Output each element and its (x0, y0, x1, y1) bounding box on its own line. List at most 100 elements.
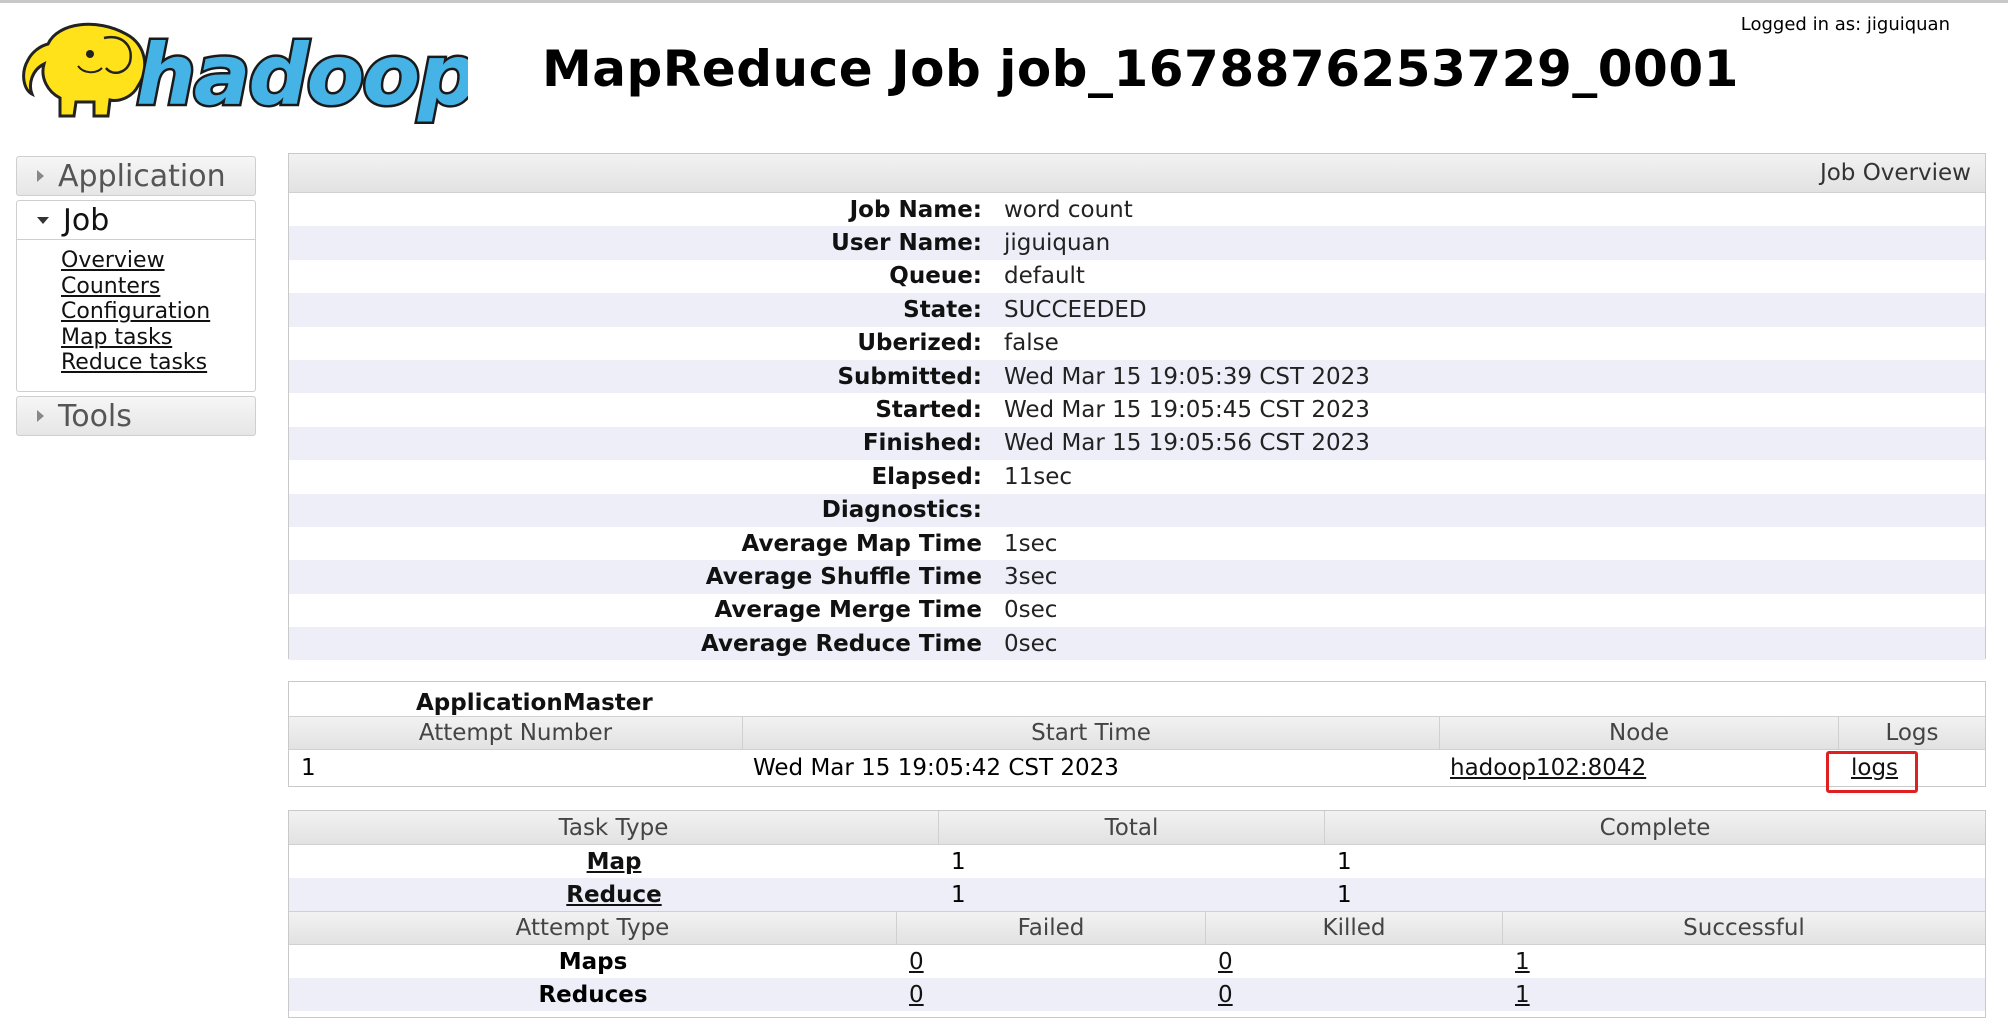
nav-link-map-tasks[interactable]: Map tasks (61, 325, 255, 351)
info-row: State: SUCCEEDED (289, 293, 1985, 327)
table-row: Map 1 1 (289, 845, 1985, 878)
triangle-right-icon (37, 410, 44, 422)
col-node: Node (1440, 717, 1839, 749)
nav-application-label: Application (58, 158, 226, 194)
info-value: 1sec (1004, 530, 1058, 557)
login-status: Logged in as: jiguiquan (1740, 14, 1950, 35)
col-start-time: Start Time (743, 717, 1440, 749)
attempt-type-cell: Reduces (538, 981, 648, 1008)
job-overview-panel: Job Overview Job Name: word count User Na… (288, 153, 1986, 661)
info-value: Wed Mar 15 19:05:56 CST 2023 (1004, 430, 1370, 457)
info-row: Uberized: false (289, 327, 1985, 360)
info-key: Finished: (862, 430, 982, 457)
attempt-type-cell: Maps (558, 948, 628, 975)
nav-link-counters[interactable]: Counters (61, 274, 255, 300)
col-total: Total (939, 811, 1325, 844)
nav-link-configuration[interactable]: Configuration (61, 299, 255, 325)
info-value: 0sec (1004, 597, 1058, 624)
info-value: word count (1004, 196, 1133, 223)
info-value: default (1004, 263, 1085, 290)
application-master-panel: ApplicationMaster Attempt Number Start T… (288, 681, 1986, 787)
info-key: Elapsed: (871, 463, 982, 490)
info-key: User Name: (831, 230, 982, 257)
nav-application[interactable]: Application (16, 156, 256, 196)
info-key: State: (903, 296, 982, 323)
task-total-cell: 1 (951, 881, 966, 908)
failed-maps-link[interactable]: 0 (909, 949, 924, 975)
info-row: Started: Wed Mar 15 19:05:45 CST 2023 (289, 393, 1985, 426)
table-row: Reduces 0 0 1 (289, 978, 1985, 1011)
task-complete-cell: 1 (1337, 848, 1352, 875)
info-row: Average Reduce Time 0sec (289, 627, 1985, 661)
info-row: Elapsed: 11sec (289, 460, 1985, 493)
info-key: Started: (875, 397, 982, 424)
info-value: 0sec (1004, 630, 1058, 657)
info-key: Job Name: (849, 196, 982, 223)
info-key: Average Map Time (741, 530, 982, 557)
info-value: 11sec (1004, 463, 1073, 490)
task-type-reduce-link[interactable]: Reduce (566, 882, 661, 908)
info-row: Finished: Wed Mar 15 19:05:56 CST 2023 (289, 426, 1985, 461)
col-task-type: Task Type (289, 811, 939, 844)
col-logs: Logs (1885, 720, 1939, 746)
table-row: Reduce 1 1 (289, 878, 1985, 911)
col-successful: Successful (1683, 915, 1805, 941)
am-table-header: Attempt Number Start Time Node Logs (289, 716, 1985, 750)
info-key: Uberized: (857, 330, 982, 357)
info-row: Submitted: Wed Mar 15 19:05:39 CST 2023 (289, 359, 1985, 394)
info-row: Average Map Time 1sec (289, 527, 1985, 560)
failed-reduces-link[interactable]: 0 (909, 982, 924, 1008)
task-table-header: Task Type Total Complete (289, 811, 1985, 845)
triangle-down-icon (37, 216, 49, 224)
col-complete: Complete (1599, 814, 1711, 841)
info-row: User Name: jiguiquan (289, 226, 1985, 260)
info-row: Average Merge Time 0sec (289, 594, 1985, 627)
killed-reduces-link[interactable]: 0 (1218, 982, 1233, 1008)
successful-maps-link[interactable]: 1 (1515, 949, 1530, 975)
col-attempt-type: Attempt Type (289, 912, 897, 944)
info-key: Diagnostics: (821, 497, 982, 524)
nav-job-label: Job (63, 202, 110, 238)
attempt-table-header: Attempt Type Failed Killed Successful (289, 911, 1985, 945)
start-time-cell: Wed Mar 15 19:05:42 CST 2023 (753, 755, 1119, 781)
logo-text: hadoop (136, 26, 468, 124)
sidebar: Application Job Overview Counters Config… (16, 156, 256, 440)
info-key: Average Reduce Time (700, 630, 982, 657)
page-title: MapReduce Job job_1678876253729_0001 (542, 40, 1739, 98)
triangle-right-icon (37, 170, 44, 182)
tasks-panel: Task Type Total Complete Map 1 1 Reduce … (288, 810, 1986, 1018)
info-row: Average Shuffle Time 3sec (289, 560, 1985, 594)
attempt-number-cell: 1 (301, 755, 316, 781)
nav-link-overview[interactable]: Overview (61, 248, 255, 274)
elephant-icon (22, 22, 147, 118)
highlight-annotation (1826, 751, 1918, 793)
task-total-cell: 1 (951, 848, 966, 875)
table-row: Maps 0 0 1 (289, 945, 1985, 978)
hadoop-logo[interactable]: hadoop (18, 14, 468, 124)
info-value: SUCCEEDED (1004, 296, 1147, 323)
info-key: Average Merge Time (714, 597, 982, 624)
info-key: Queue: (889, 263, 982, 290)
nav-job[interactable]: Job (16, 200, 256, 240)
nav-tools-label: Tools (58, 398, 132, 434)
info-value: 3sec (1004, 563, 1058, 590)
info-row: Queue: default (289, 260, 1985, 293)
info-value: false (1004, 330, 1059, 357)
top-rule (0, 0, 2008, 3)
info-key: Average Shuffle Time (705, 563, 982, 590)
table-row: 1 Wed Mar 15 19:05:42 CST 2023 hadoop102… (289, 750, 1985, 786)
info-value: jiguiquan (1004, 230, 1111, 257)
col-killed: Killed (1206, 912, 1503, 944)
task-type-map-link[interactable]: Map (587, 849, 642, 875)
killed-maps-link[interactable]: 0 (1218, 949, 1233, 975)
info-value: Wed Mar 15 19:05:45 CST 2023 (1004, 397, 1370, 424)
nav-link-reduce-tasks[interactable]: Reduce tasks (61, 350, 255, 376)
page: hadoop MapReduce Job job_1678876253729_0… (0, 0, 2008, 1026)
info-row: Diagnostics: (289, 493, 1985, 527)
job-overview-heading: Job Overview (289, 154, 1985, 193)
successful-reduces-link[interactable]: 1 (1515, 982, 1530, 1008)
task-complete-cell: 1 (1337, 881, 1352, 908)
node-link[interactable]: hadoop102:8042 (1450, 755, 1646, 781)
nav-tools[interactable]: Tools (16, 396, 256, 436)
col-attempt-number: Attempt Number (289, 717, 743, 749)
